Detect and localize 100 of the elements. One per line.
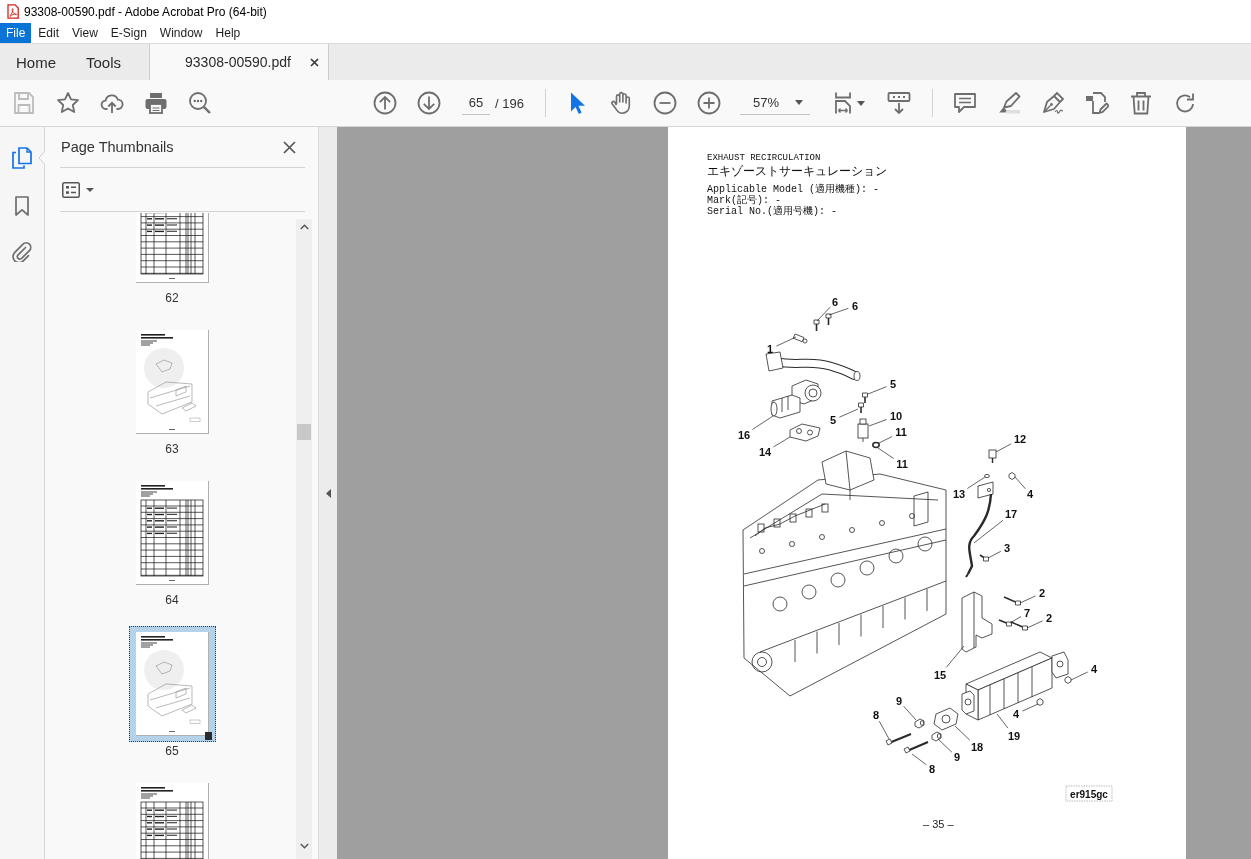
menu-item[interactable]: Window xyxy=(153,23,209,43)
o-ring-drawing xyxy=(872,441,880,449)
chevron-up-icon[interactable] xyxy=(299,224,309,230)
thumbnail-page-number: 65 xyxy=(165,743,179,759)
hand-icon[interactable] xyxy=(609,91,633,115)
close-icon[interactable] xyxy=(310,57,320,67)
caret-down-icon[interactable] xyxy=(86,187,94,192)
spacer-drawing xyxy=(914,718,925,729)
leader-line xyxy=(878,720,890,740)
leader-line xyxy=(996,713,1009,729)
leader-line xyxy=(839,408,859,418)
menu-item[interactable]: File xyxy=(0,23,32,43)
page-field-text: Applicable Model (適用機種): - xyxy=(707,184,880,195)
close-icon[interactable] xyxy=(283,140,296,154)
rotate-icon[interactable] xyxy=(1173,91,1197,115)
nav-tab[interactable]: Home xyxy=(0,44,70,80)
callout-number: 2 xyxy=(1045,612,1053,624)
cloud-upload-icon[interactable] xyxy=(100,91,124,115)
trash-icon[interactable] xyxy=(1129,91,1153,115)
leader-line xyxy=(773,436,791,448)
bolt-drawing xyxy=(979,554,989,562)
view-area-marker[interactable] xyxy=(204,732,212,740)
page-pencil-icon[interactable] xyxy=(1085,91,1109,115)
scroll-down-icon[interactable] xyxy=(887,91,911,115)
leader-line xyxy=(967,476,986,489)
bolt-drawing xyxy=(825,313,832,326)
leader-line xyxy=(954,725,971,741)
callout-number: 18 xyxy=(970,741,984,753)
nut-drawing xyxy=(1064,676,1072,684)
callout-number: 3 xyxy=(1003,542,1011,554)
bolt-drawing xyxy=(1010,621,1028,631)
menu-item[interactable]: Help xyxy=(209,23,247,43)
page-count: / 196 xyxy=(495,95,525,111)
speech-bubble-icon[interactable] xyxy=(953,91,977,115)
zoom-field[interactable]: 57% xyxy=(740,91,810,115)
page-thumbnail[interactable] xyxy=(135,481,209,585)
leader-line xyxy=(995,443,1012,453)
leader-line xyxy=(1026,620,1043,629)
gasket-drawing xyxy=(933,707,959,731)
menu-item[interactable]: E-Sign xyxy=(104,23,153,43)
callout-number: 17 xyxy=(1004,508,1018,520)
window-title: 93308-00590.pdf - Adobe Acrobat Pro (64-bit) xyxy=(24,4,267,19)
scrollbar[interactable] xyxy=(296,219,312,859)
leader-line xyxy=(868,419,887,427)
callout-number: 14 xyxy=(758,446,772,458)
highlighter-icon[interactable] xyxy=(997,91,1021,115)
page-field-text: Serial No.(適用号機): - xyxy=(707,206,837,217)
document-tab[interactable]: 93308-00590.pdf xyxy=(149,44,330,80)
callout-number: 6 xyxy=(831,296,839,308)
spacer-drawing xyxy=(931,731,942,742)
pages-icon[interactable] xyxy=(12,147,32,169)
print-icon[interactable] xyxy=(144,91,168,115)
sensor-drawing xyxy=(792,333,808,344)
leader-line xyxy=(937,738,953,753)
leader-line xyxy=(987,550,1002,559)
page-thumbnail[interactable] xyxy=(135,330,209,434)
page-number-field[interactable]: 65 xyxy=(462,91,490,115)
zoom-in-icon[interactable] xyxy=(697,91,721,115)
bolt-drawing xyxy=(903,741,929,754)
menu-item[interactable]: View xyxy=(66,23,104,43)
callout-number: 10 xyxy=(889,410,903,422)
zoom-out-icon[interactable] xyxy=(653,91,677,115)
bookmark-icon[interactable] xyxy=(15,196,29,216)
callout-number: 2 xyxy=(1038,587,1046,599)
callout-number: 4 xyxy=(1026,488,1034,500)
sensor-drawing xyxy=(857,418,869,443)
bolt-drawing xyxy=(813,319,820,332)
callout-number: 9 xyxy=(953,751,961,763)
pdf-file-icon xyxy=(7,4,19,19)
callout-number: 4 xyxy=(1012,708,1020,720)
pen-nib-icon[interactable] xyxy=(1041,91,1065,115)
arrow-up-circle-icon[interactable] xyxy=(373,91,397,115)
leader-line xyxy=(1019,595,1036,604)
leader-line xyxy=(752,415,774,430)
menu-item[interactable]: Edit xyxy=(32,23,66,43)
star-icon[interactable] xyxy=(56,91,80,115)
caret-down-icon[interactable] xyxy=(795,99,803,105)
leader-line xyxy=(1014,476,1026,490)
caret-down-icon[interactable] xyxy=(857,100,865,106)
callout-number: 11 xyxy=(896,458,908,470)
paperclip-icon[interactable] xyxy=(12,242,32,262)
callout-number: 5 xyxy=(889,378,897,390)
search-icon[interactable] xyxy=(188,91,212,115)
page-thumbnail[interactable] xyxy=(135,632,209,736)
arrow-down-circle-icon[interactable] xyxy=(417,91,441,115)
nav-tab[interactable]: Tools xyxy=(70,44,136,80)
page-thumbnail[interactable] xyxy=(135,783,209,859)
leader-line xyxy=(973,519,1004,544)
leader-line xyxy=(911,753,927,766)
egr-valve-drawing xyxy=(770,379,822,419)
bolt-drawing xyxy=(885,733,912,746)
callout-number: 8 xyxy=(928,763,936,775)
page-title-japanese: エキゾーストサーキュレーション xyxy=(707,164,887,179)
bracket-drawing xyxy=(961,591,993,653)
chevron-down-icon[interactable] xyxy=(299,843,309,849)
scrollbar-thumb[interactable] xyxy=(297,424,311,440)
page-thumbnail[interactable] xyxy=(135,213,209,283)
washer-drawing xyxy=(984,474,990,478)
callout-number: 9 xyxy=(895,695,903,707)
list-options-icon[interactable] xyxy=(62,181,80,198)
